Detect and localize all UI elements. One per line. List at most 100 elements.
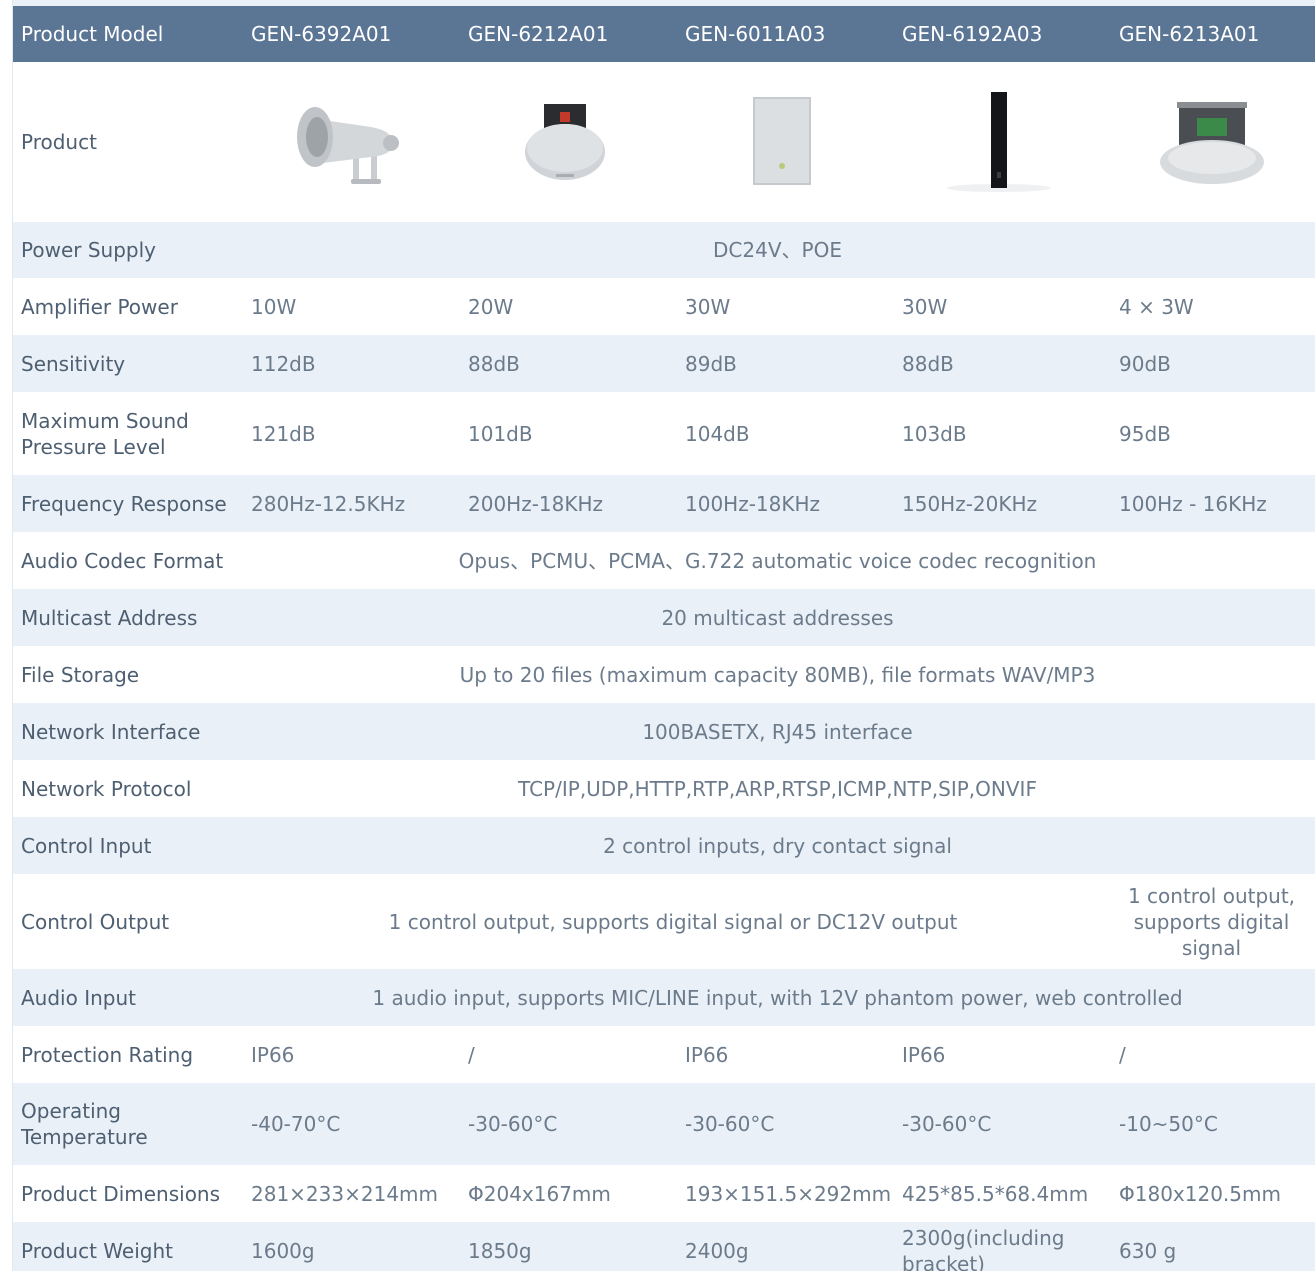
- wall-speaker-icon: [752, 97, 811, 185]
- horn-speaker-icon: [296, 106, 399, 184]
- audio-input-value: 1 audio input, supports MIC/LINE input, …: [372, 985, 1183, 1010]
- model-5: GEN-6213A01: [1119, 22, 1260, 46]
- sensitivity-1: 112dB: [251, 351, 316, 376]
- control-input-value: 2 control inputs, dry contact signal: [603, 833, 952, 858]
- protection-rating-5: /: [1119, 1042, 1126, 1067]
- dimensions-label: Product Dimensions: [21, 1181, 221, 1206]
- control-input-row: Control Input 2 control inputs, dry cont…: [13, 817, 1315, 874]
- protection-rating-4: IP66: [902, 1042, 946, 1067]
- frequency-response-1: 280Hz-12.5KHz: [251, 491, 406, 516]
- network-interface-row: Network Interface 100BASETX, RJ45 interf…: [13, 703, 1315, 760]
- operating-temp-5: -10~50°C: [1119, 1112, 1218, 1136]
- max-spl-4: 103dB: [902, 421, 967, 446]
- amplifier-power-3: 30W: [685, 294, 731, 319]
- dimensions-5: Φ180x120.5mm: [1119, 1181, 1281, 1206]
- file-storage-label: File Storage: [21, 662, 140, 687]
- operating-temp-label-line-1: Operating: [21, 1099, 121, 1123]
- header-row: Product Model GEN-6392A01 GEN-6212A01 GE…: [13, 6, 1315, 62]
- sensitivity-5: 90dB: [1119, 351, 1171, 376]
- max-spl-2: 101dB: [468, 421, 533, 446]
- dimensions-3: 193×151.5×292mm: [685, 1181, 892, 1206]
- power-supply-value: DC24V、POE: [713, 238, 842, 262]
- amplifier-power-4: 30W: [902, 294, 948, 319]
- frequency-response-2: 200Hz-18KHz: [468, 491, 604, 516]
- protection-rating-label: Protection Rating: [21, 1042, 194, 1067]
- control-output-value: 1 control output, supports digital signa…: [388, 909, 958, 934]
- audio-codec-value: Opus、PCMU、PCMA、G.722 automatic voice cod…: [458, 548, 1097, 573]
- ceiling-speaker-icon: [524, 103, 605, 180]
- network-interface-label: Network Interface: [21, 719, 201, 744]
- weight-3: 2400g: [685, 1238, 749, 1263]
- sensitivity-row: Sensitivity 112dB 88dB 89dB 88dB 90dB: [13, 335, 1315, 392]
- product-row: Product: [13, 62, 1315, 222]
- protection-rating-1: IP66: [251, 1042, 295, 1067]
- product-image-2: [456, 62, 673, 222]
- amplifier-power-row: Amplifier Power 10W 20W 30W 30W 4 × 3W: [13, 278, 1315, 335]
- control-output-row: Control Output 1 control output, support…: [13, 874, 1315, 969]
- protection-rating-row: Protection Rating IP66 / IP66 IP66 /: [13, 1026, 1315, 1083]
- max-spl-label-line-1: Maximum Sound: [21, 408, 189, 433]
- max-spl-5: 95dB: [1119, 421, 1171, 446]
- max-spl-label-line-2: Pressure Level: [21, 434, 166, 459]
- dimensions-4: 425*85.5*68.4mm: [902, 1181, 1089, 1206]
- network-protocol-label: Network Protocol: [21, 776, 192, 801]
- frequency-response-4: 150Hz-20KHz: [902, 491, 1038, 516]
- weight-row: Product Weight 1600g 1850g 2400g 2300g(i…: [13, 1222, 1315, 1271]
- product-image-1: [239, 62, 456, 222]
- weight-1: 1600g: [251, 1238, 315, 1263]
- control-output-label: Control Output: [21, 909, 170, 934]
- file-storage-value: Up to 20 files (maximum capacity 80MB), …: [459, 662, 1096, 687]
- frequency-response-label: Frequency Response: [21, 491, 227, 516]
- dimensions-1: 281×233×214mm: [251, 1181, 439, 1206]
- file-storage-row: File Storage Up to 20 files (maximum cap…: [13, 646, 1315, 703]
- network-interface-value: 100BASETX, RJ45 interface: [642, 719, 913, 744]
- product-label: Product: [21, 130, 97, 154]
- column-speaker-icon: [946, 92, 1051, 192]
- control-output-value-last: 1 control output, supports digital signa…: [1107, 874, 1315, 969]
- weight-label: Product Weight: [21, 1238, 173, 1263]
- weight-4: 2300g(including bracket): [902, 1225, 1065, 1271]
- operating-temp-3: -30-60°C: [685, 1112, 775, 1136]
- network-protocol-value: TCP/IP,UDP,HTTP,RTP,ARP,RTSP,ICMP,NTP,SI…: [518, 776, 1037, 801]
- amplifier-power-5: 4 × 3W: [1119, 294, 1194, 319]
- sensitivity-4: 88dB: [902, 351, 954, 376]
- model-2: GEN-6212A01: [468, 22, 609, 46]
- multicast-label: Multicast Address: [21, 605, 198, 630]
- sensitivity-3: 89dB: [685, 351, 737, 376]
- operating-temp-4: -30-60°C: [902, 1112, 992, 1136]
- protection-rating-2: /: [468, 1042, 475, 1067]
- audio-codec-label: Audio Codec Format: [21, 548, 224, 573]
- frequency-response-row: Frequency Response 280Hz-12.5KHz 200Hz-1…: [13, 475, 1315, 532]
- model-3: GEN-6011A03: [685, 22, 826, 46]
- weight-5: 630 g: [1119, 1238, 1177, 1263]
- operating-temp-2: -30-60°C: [468, 1112, 558, 1136]
- max-spl-1: 121dB: [251, 421, 316, 446]
- model-4: GEN-6192A03: [902, 22, 1043, 46]
- max-spl-row: Maximum Sound Pressure Level 121dB 101dB…: [13, 392, 1315, 475]
- audio-input-row: Audio Input 1 audio input, supports MIC/…: [13, 969, 1315, 1026]
- multicast-row: Multicast Address 20 multicast addresses: [13, 589, 1315, 646]
- frequency-response-5: 100Hz - 16KHz: [1119, 491, 1267, 516]
- recessed-ceiling-speaker-icon: [1159, 102, 1264, 184]
- network-protocol-row: Network Protocol TCP/IP,UDP,HTTP,RTP,ARP…: [13, 760, 1315, 817]
- amplifier-power-2: 20W: [468, 294, 514, 319]
- dimensions-row: Product Dimensions 281×233×214mm Φ204x16…: [13, 1165, 1315, 1222]
- control-output-last-line-1: 1 control output,: [1127, 883, 1296, 908]
- amplifier-power-label: Amplifier Power: [21, 294, 178, 319]
- product-image-3: [673, 62, 890, 222]
- power-supply-label: Power Supply: [21, 238, 156, 262]
- amplifier-power-1: 10W: [251, 294, 297, 319]
- product-image-5: [1107, 62, 1315, 222]
- audio-codec-row: Audio Codec Format Opus、PCMU、PCMA、G.722 …: [13, 532, 1315, 589]
- model-1: GEN-6392A01: [251, 22, 392, 46]
- dimensions-2: Φ204x167mm: [468, 1181, 611, 1206]
- max-spl-label: Maximum Sound Pressure Level: [13, 392, 239, 475]
- spec-table-container: Product Model GEN-6392A01 GEN-6212A01 GE…: [12, 0, 1315, 1271]
- operating-temp-label: Operating Temperature: [13, 1083, 239, 1165]
- sensitivity-label: Sensitivity: [21, 351, 126, 376]
- operating-temp-label-line-2: Temperature: [21, 1125, 148, 1149]
- protection-rating-3: IP66: [685, 1042, 729, 1067]
- max-spl-3: 104dB: [685, 421, 750, 446]
- control-input-label: Control Input: [21, 833, 152, 858]
- sensitivity-2: 88dB: [468, 351, 520, 376]
